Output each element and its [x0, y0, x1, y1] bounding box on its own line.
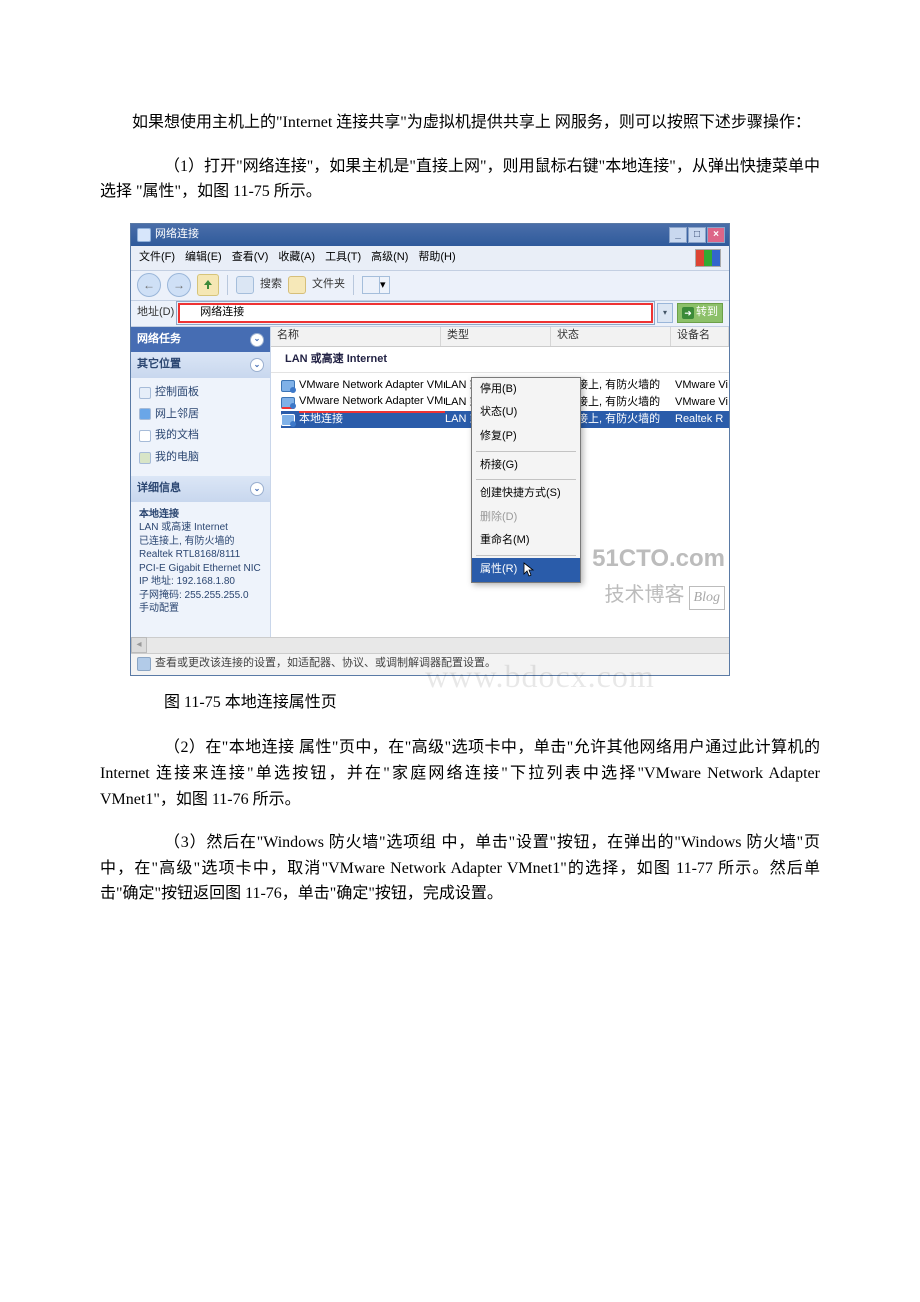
menu-view[interactable]: 查看(V): [232, 249, 269, 267]
details-panel: 本地连接 LAN 或高速 Internet 已连接上, 有防火墙的 Realte…: [131, 502, 270, 626]
col-name[interactable]: 名称: [271, 327, 441, 346]
sidebar-item-my-computer[interactable]: 我的电脑: [139, 447, 264, 469]
status-icon: [137, 657, 151, 671]
ctx-rename[interactable]: 重命名(M): [472, 529, 580, 553]
ctx-bridge[interactable]: 桥接(G): [472, 454, 580, 478]
address-icon: [184, 307, 196, 319]
col-status[interactable]: 状态: [551, 327, 671, 346]
task-pane: 网络任务 ⌄ 其它位置 ⌄ 控制面板 网上邻居 我的文档: [131, 327, 271, 637]
horizontal-scrollbar[interactable]: ◂: [131, 637, 729, 653]
menu-tools[interactable]: 工具(T): [325, 249, 361, 267]
go-button[interactable]: ➜ 转到: [677, 303, 723, 323]
figure-caption: 图 11-75 本地连接属性页: [100, 690, 820, 716]
ctx-delete: 删除(D): [472, 506, 580, 530]
list-pane: 名称 类型 状态 设备名 LAN 或高速 Internet VMware Net…: [271, 327, 729, 637]
status-bar: 查看或更改该连接的设置，如适配器、协议、或调制解调器配置设置。: [131, 653, 729, 675]
menu-fav[interactable]: 收藏(A): [278, 249, 315, 267]
sidebar-item-network-places[interactable]: 网上邻居: [139, 404, 264, 426]
address-value: 网络连接: [200, 304, 244, 322]
maximize-button[interactable]: □: [688, 227, 706, 243]
window-controls: _ □ ×: [669, 227, 725, 243]
menu-adv[interactable]: 高级(N): [371, 249, 408, 267]
address-dropdown[interactable]: ▾: [657, 303, 673, 323]
address-label: 地址(D): [137, 304, 174, 322]
group-label: LAN 或高速 Internet: [271, 347, 729, 374]
nav-toolbar: ← → 搜索 文件夹 ▾: [131, 271, 729, 301]
go-label: 转到: [696, 304, 718, 322]
list-header: 名称 类型 状态 设备名: [271, 327, 729, 347]
window-title: 网络连接: [155, 226, 199, 244]
toolbar-folders-label[interactable]: 文件夹: [312, 276, 345, 294]
context-menu: 停用(B) 状态(U) 修复(P) 桥接(G) 创建快捷方式(S) 删除(D) …: [471, 377, 581, 583]
up-button[interactable]: [197, 274, 219, 296]
collapse-icon[interactable]: ⌄: [250, 333, 264, 347]
other-places-list: 控制面板 网上邻居 我的文档 我的电脑: [131, 378, 270, 476]
scroll-left-icon[interactable]: ◂: [131, 637, 147, 653]
folders-icon[interactable]: [288, 276, 306, 294]
connection-icon: [281, 380, 295, 392]
step-3-paragraph: （3）然后在"Windows 防火墙"选项组 中，单击"设置"按钮，在弹出的"W…: [100, 830, 820, 907]
menu-help[interactable]: 帮助(H): [418, 249, 455, 267]
ctx-shortcut[interactable]: 创建快捷方式(S): [472, 482, 580, 506]
details-header[interactable]: 详细信息 ⌄: [131, 476, 270, 502]
window: 网络连接 _ □ × 文件(F) 编辑(E) 查看(V) 收藏(A) 工具(T)…: [130, 223, 730, 676]
ctx-repair[interactable]: 修复(P): [472, 425, 580, 449]
title-bar: 网络连接 _ □ ×: [131, 224, 729, 246]
ctx-status[interactable]: 状态(U): [472, 401, 580, 425]
step-2-paragraph: （2）在"本地连接 属性"页中，在"高级"选项卡中，单击"允许其他网络用户通过此…: [100, 735, 820, 812]
col-type[interactable]: 类型: [441, 327, 551, 346]
connection-icon: [281, 414, 295, 426]
forward-button[interactable]: →: [167, 273, 191, 297]
toolbar-search-label[interactable]: 搜索: [260, 276, 282, 294]
status-text: 查看或更改该连接的设置，如适配器、协议、或调制解调器配置设置。: [155, 655, 496, 673]
views-button[interactable]: [362, 276, 380, 294]
address-row: 地址(D) 网络连接 ▾ ➜ 转到: [131, 301, 729, 327]
throbber-icon: [695, 249, 721, 267]
intro-paragraph: 如果想使用主机上的"Internet 连接共享"为虚拟机提供共享上 网服务，则可…: [100, 110, 820, 136]
ctx-disable[interactable]: 停用(B): [472, 378, 580, 402]
sidebar-item-control-panel[interactable]: 控制面板: [139, 382, 264, 404]
close-button[interactable]: ×: [707, 227, 725, 243]
search-icon[interactable]: [236, 276, 254, 294]
go-arrow-icon: ➜: [682, 307, 694, 319]
cursor-icon: [523, 562, 535, 578]
menu-file[interactable]: 文件(F): [139, 249, 175, 267]
back-button[interactable]: ←: [137, 273, 161, 297]
address-field[interactable]: 网络连接: [178, 303, 653, 323]
minimize-button[interactable]: _: [669, 227, 687, 243]
network-tasks-header[interactable]: 网络任务 ⌄: [131, 327, 270, 353]
collapse-icon[interactable]: ⌄: [250, 482, 264, 496]
connection-icon: [281, 397, 295, 409]
ctx-properties[interactable]: 属性(R): [472, 558, 580, 582]
menu-bar: 文件(F) 编辑(E) 查看(V) 收藏(A) 工具(T) 高级(N) 帮助(H…: [131, 246, 729, 271]
other-places-header[interactable]: 其它位置 ⌄: [131, 352, 270, 378]
window-icon: [137, 228, 151, 242]
figure-11-75: 网络连接 _ □ × 文件(F) 编辑(E) 查看(V) 收藏(A) 工具(T)…: [130, 223, 730, 676]
sidebar-item-my-documents[interactable]: 我的文档: [139, 425, 264, 447]
col-device[interactable]: 设备名: [671, 327, 729, 346]
views-dropdown[interactable]: ▾: [380, 276, 390, 294]
collapse-icon[interactable]: ⌄: [250, 358, 264, 372]
step-1-paragraph: （1）打开"网络连接"，如果主机是"直接上网"，则用鼠标右键"本地连接"，从弹出…: [100, 154, 820, 205]
menu-edit[interactable]: 编辑(E): [185, 249, 222, 267]
